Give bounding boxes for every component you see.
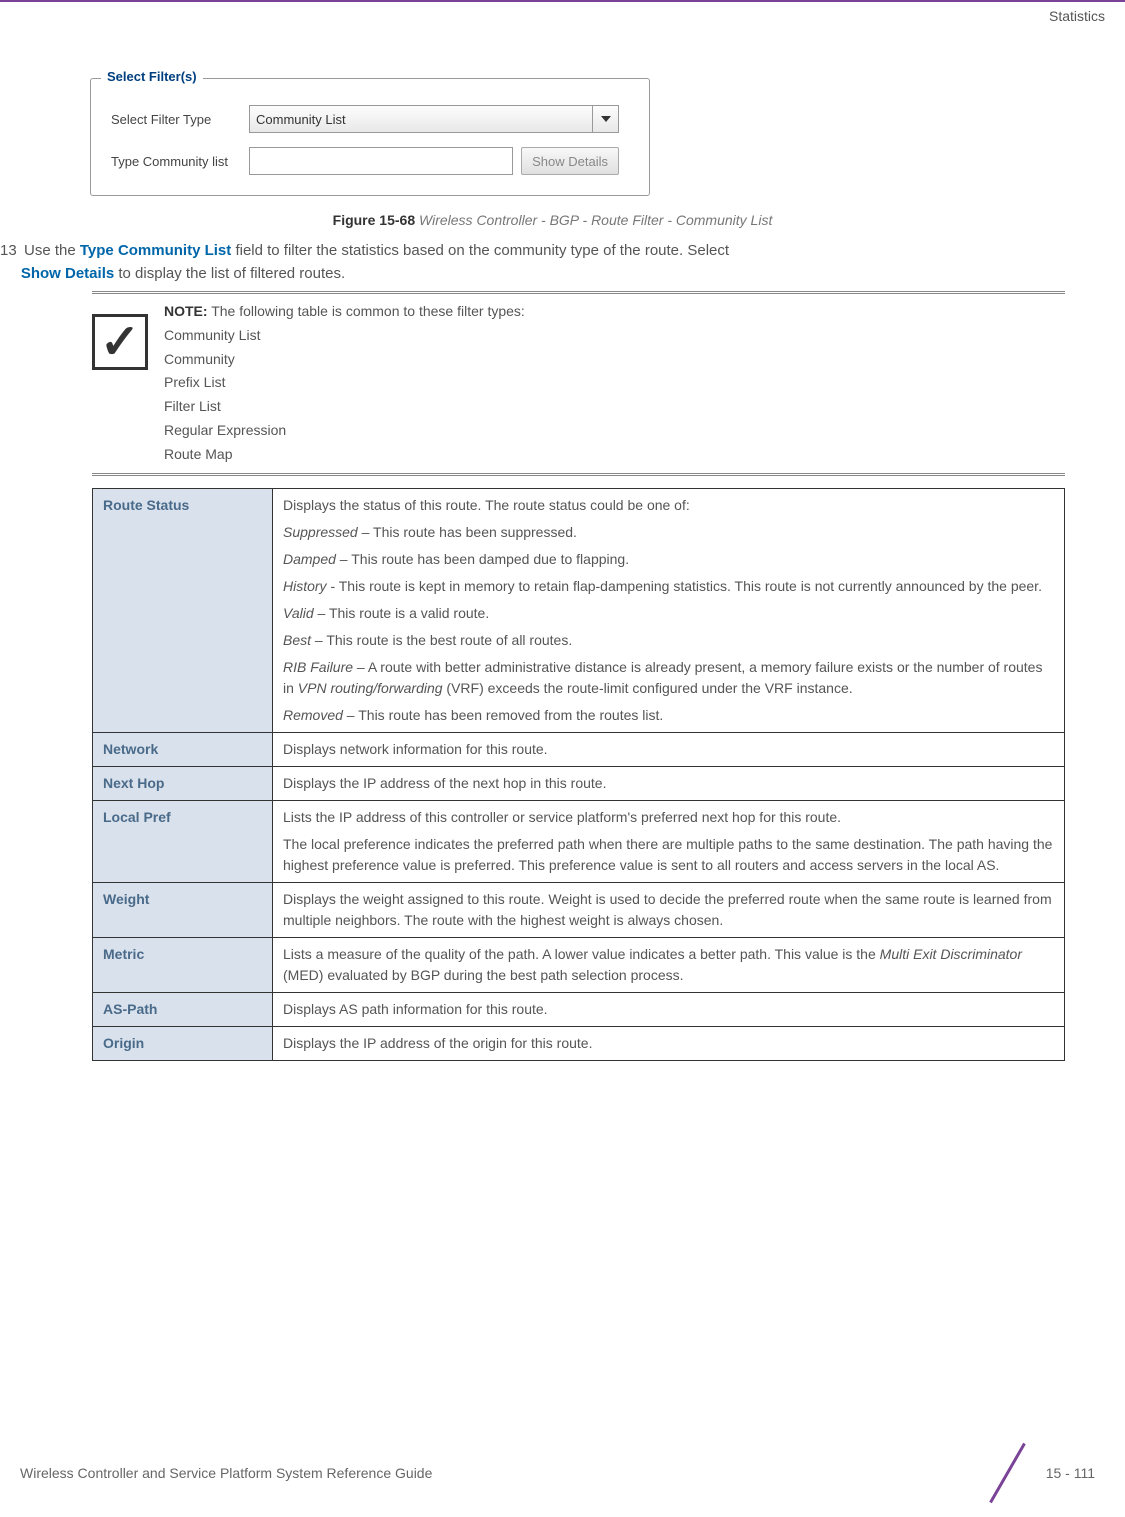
filter-panel: Select Filter(s) Select Filter Type Comm… (90, 78, 650, 196)
table-row: Next Hop Displays the IP address of the n… (93, 766, 1065, 800)
page-footer: Wireless Controller and Service Platform… (0, 1443, 1125, 1503)
step-em2: Show Details (21, 265, 114, 282)
note-item: Route Map (164, 443, 1065, 467)
note-item: Prefix List (164, 371, 1065, 395)
table-term: Next Hop (93, 766, 273, 800)
table-row: MetricLists a measure of the quality of … (93, 937, 1065, 992)
table-term: Route Status (93, 488, 273, 732)
check-icon: ✓ (92, 314, 148, 370)
table-term: Local Pref (93, 800, 273, 882)
table-row: WeightDisplays the weight assigned to th… (93, 882, 1065, 937)
description-line: Lists the IP address of this controller … (283, 807, 1054, 828)
table-row: AS-Path Displays AS path information for … (93, 992, 1065, 1026)
description-line: Displays the status of this route. The r… (283, 495, 1054, 516)
description-line: Displays the IP address of the origin fo… (283, 1033, 1054, 1054)
description-line: Displays the weight assigned to this rou… (283, 889, 1054, 931)
note-item: Community (164, 348, 1065, 372)
table-description: Lists a measure of the quality of the pa… (273, 937, 1065, 992)
note-title: NOTE: (164, 303, 208, 319)
description-line: Lists a measure of the quality of the pa… (283, 944, 1054, 986)
description-line: RIB Failure – A route with better admini… (283, 657, 1054, 699)
filter-legend: Select Filter(s) (101, 69, 203, 84)
note-item: Community List (164, 324, 1065, 348)
step-em1: Type Community List (80, 242, 231, 259)
description-line: Removed – This route has been removed fr… (283, 705, 1054, 726)
footer-left: Wireless Controller and Service Platform… (20, 1465, 432, 1481)
step-number: 13 (0, 240, 24, 263)
step-mid: field to filter the statistics based on … (231, 242, 729, 259)
slash-icon (976, 1443, 1036, 1503)
description-line: Displays the IP address of the next hop … (283, 773, 1054, 794)
footer-page-number: 15 - 111 (1046, 1465, 1095, 1481)
filter-type-select[interactable]: Community List (249, 105, 619, 133)
table-description: Displays network information for this ro… (273, 732, 1065, 766)
figure-label: Figure 15-68 (333, 212, 415, 228)
table-description: Displays the weight assigned to this rou… (273, 882, 1065, 937)
definition-table: Route Status Displays the status of this … (92, 488, 1065, 1061)
table-description: Displays AS path information for this ro… (273, 992, 1065, 1026)
step-pre: Use the (24, 242, 80, 259)
description-line: Best – This route is the best route of a… (283, 630, 1054, 651)
table-term: Origin (93, 1026, 273, 1060)
chevron-down-icon (592, 106, 618, 132)
filter-type-value: Community List (256, 112, 346, 127)
table-description: Displays the status of this route. The r… (273, 488, 1065, 732)
step-post: to display the list of filtered routes. (114, 265, 345, 282)
table-term: Weight (93, 882, 273, 937)
description-line: Damped – This route has been damped due … (283, 549, 1054, 570)
table-row: Local Pref Lists the IP address of this c… (93, 800, 1065, 882)
note-item: Regular Expression (164, 419, 1065, 443)
select-filter-type-label: Select Filter Type (111, 112, 241, 127)
figure-text: Wireless Controller - BGP - Route Filter… (419, 212, 772, 228)
description-line: Suppressed – This route has been suppres… (283, 522, 1054, 543)
community-list-input[interactable] (249, 147, 513, 175)
table-row: Route Status Displays the status of this … (93, 488, 1065, 732)
description-line: The local preference indicates the prefe… (283, 834, 1054, 876)
step-text: 13Use the Type Community List field to f… (0, 240, 1105, 285)
table-description: Lists the IP address of this controller … (273, 800, 1065, 882)
type-community-list-label: Type Community list (111, 154, 241, 169)
table-term: AS-Path (93, 992, 273, 1026)
page-header-section: Statistics (0, 2, 1125, 38)
table-description: Displays the IP address of the next hop … (273, 766, 1065, 800)
note-box: ✓ NOTE: The following table is common to… (92, 291, 1065, 476)
table-row: Origin Displays the IP address of the ori… (93, 1026, 1065, 1060)
description-line: History - This route is kept in memory t… (283, 576, 1054, 597)
figure-caption: Figure 15-68 Wireless Controller - BGP -… (0, 212, 1105, 228)
table-term: Network (93, 732, 273, 766)
description-line: Displays AS path information for this ro… (283, 999, 1054, 1020)
show-details-button[interactable]: Show Details (521, 147, 619, 175)
table-term: Metric (93, 937, 273, 992)
description-line: Valid – This route is a valid route. (283, 603, 1054, 624)
table-row: Network Displays network information for … (93, 732, 1065, 766)
description-line: Displays network information for this ro… (283, 739, 1054, 760)
note-item: Filter List (164, 395, 1065, 419)
note-intro: The following table is common to these f… (208, 303, 525, 319)
table-description: Displays the IP address of the origin fo… (273, 1026, 1065, 1060)
